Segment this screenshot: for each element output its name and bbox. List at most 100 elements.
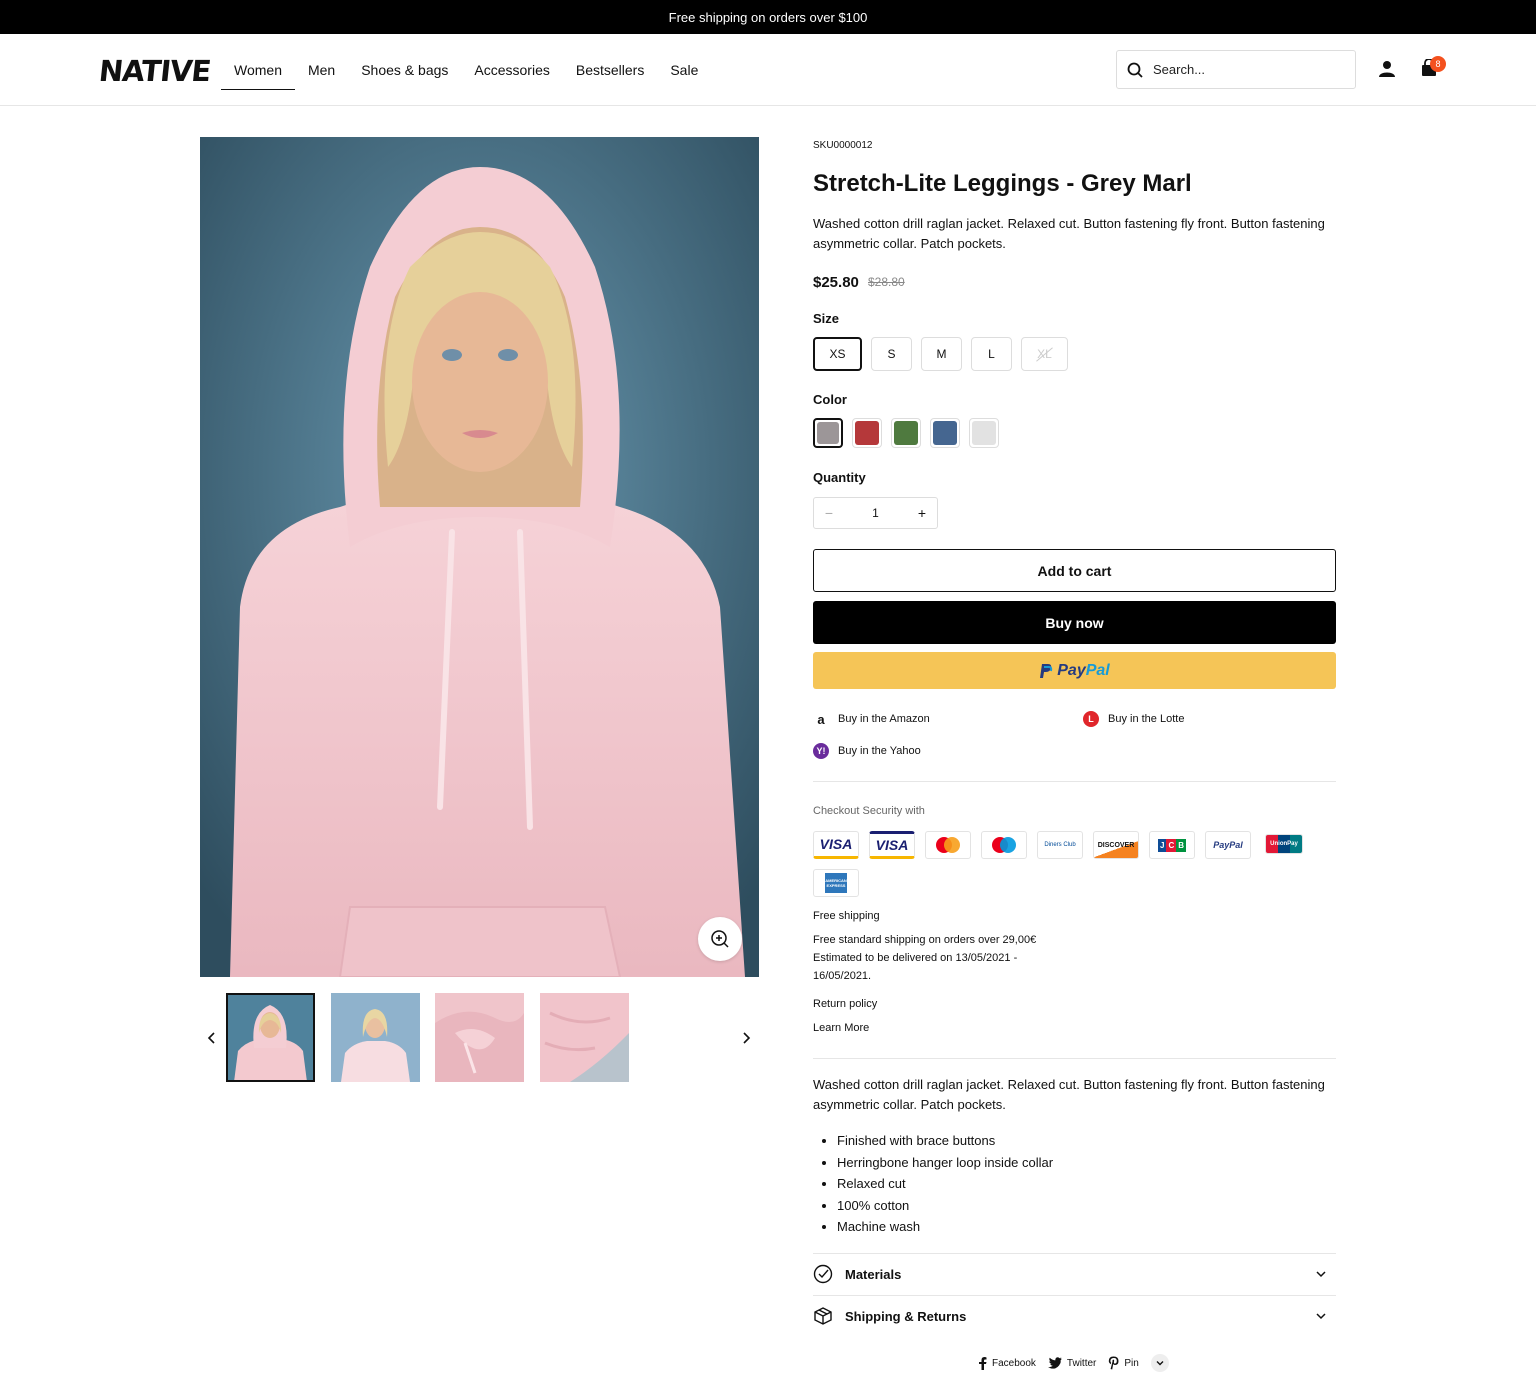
divider (813, 1058, 1336, 1059)
amazon-icon: a (817, 711, 825, 727)
product-compare-price: $28.80 (868, 275, 905, 289)
nav-accessories[interactable]: Accessories (461, 34, 562, 106)
product-price: $25.80 (813, 274, 859, 291)
feature-item: Herringbone hanger loop inside collar (837, 1152, 1053, 1174)
size-option-m[interactable]: M (921, 337, 962, 371)
quantity-value[interactable]: 1 (872, 506, 879, 520)
thumbnail-3[interactable] (435, 993, 524, 1082)
feature-item: Relaxed cut (837, 1173, 1053, 1195)
thumbnail-1[interactable] (226, 993, 315, 1082)
chevron-left-icon (207, 1032, 215, 1044)
product-title: Stretch-Lite Leggings - Grey Marl (813, 170, 1192, 197)
size-option-xl[interactable]: XL (1021, 337, 1068, 371)
product-short-description: Washed cotton drill raglan jacket. Relax… (813, 216, 1325, 251)
twitter-icon (1047, 1357, 1062, 1369)
user-icon[interactable] (1378, 60, 1396, 78)
free-shipping-text-1: Free standard shipping on orders over 29… (813, 934, 1037, 946)
accordion-shipping-label: Shipping & Returns (845, 1308, 967, 1324)
nav-shoes-bags[interactable]: Shoes & bags (348, 34, 461, 106)
quantity-increase-button[interactable]: + (915, 505, 929, 521)
accordion-materials[interactable]: Materials (813, 1253, 1336, 1295)
paypal-button[interactable]: Pay Pal (813, 652, 1336, 689)
hoodie-model-illustration (200, 137, 759, 977)
store-label-lotte: Buy in the Lotte (1108, 713, 1185, 725)
discover-icon: DISCOVER (1093, 831, 1139, 859)
share-pin-label: Pin (1124, 1357, 1139, 1369)
store-link-lotte[interactable]: L Buy in the Lotte (1083, 711, 1184, 727)
zoom-in-icon (711, 930, 729, 948)
add-to-cart-button[interactable]: Add to cart (813, 549, 1336, 592)
size-label: Size (813, 311, 840, 326)
color-swatch-white[interactable] (969, 418, 999, 448)
color-swatch-blue[interactable] (930, 418, 960, 448)
chevron-down-icon (1316, 1271, 1326, 1278)
color-label: Color (813, 392, 847, 407)
share-bar: Facebook Twitter Pin (978, 1354, 1169, 1372)
share-twitter[interactable]: Twitter (1047, 1357, 1097, 1369)
feature-item: Finished with brace buttons (837, 1130, 1053, 1152)
zoom-button[interactable] (698, 917, 742, 961)
logo[interactable]: NATIVE (97, 54, 212, 88)
lotte-icon: L (1083, 711, 1099, 727)
store-link-yahoo[interactable]: Y! Buy in the Yahoo (813, 743, 921, 759)
size-option-l[interactable]: L (971, 337, 1012, 371)
size-selector: XS S M L XL (813, 337, 1068, 371)
amex-icon: AMERICAN EXPRESS (813, 869, 859, 897)
search-input[interactable] (1153, 62, 1343, 77)
thumb-next-button[interactable] (736, 1028, 756, 1048)
size-option-xs[interactable]: XS (813, 337, 862, 371)
return-policy-link[interactable]: Return policy (813, 995, 877, 1013)
search-icon (1127, 62, 1143, 78)
color-swatch-red[interactable] (852, 418, 882, 448)
product-main-image[interactable] (200, 137, 759, 977)
share-facebook[interactable]: Facebook (978, 1356, 1036, 1370)
store-label-yahoo: Buy in the Yahoo (838, 745, 921, 757)
divider (813, 781, 1336, 782)
thumb-prev-button[interactable] (202, 1028, 222, 1048)
paypal-label-a: Pay (1057, 661, 1086, 679)
nav-bestsellers[interactable]: Bestsellers (563, 34, 657, 106)
paypal-card-icon: PayPal (1205, 831, 1251, 859)
quantity-decrease-button[interactable]: − (822, 505, 836, 521)
diners-club-icon: Diners Club (1037, 831, 1083, 859)
free-shipping-title: Free shipping (813, 910, 880, 922)
payment-methods-row-2: AMERICAN EXPRESS (813, 869, 859, 897)
search-box[interactable] (1116, 50, 1356, 89)
color-swatch-grey[interactable] (813, 418, 843, 448)
thumbnail-2[interactable] (331, 993, 420, 1082)
share-twitter-label: Twitter (1066, 1357, 1097, 1369)
free-shipping-text-2: Estimated to be delivered on 13/05/2021 … (813, 952, 1018, 964)
maestro-icon (981, 831, 1027, 859)
nav-men[interactable]: Men (295, 34, 348, 106)
visa-icon: VISA (813, 831, 859, 859)
color-selector (813, 418, 999, 448)
chevron-down-icon (1156, 1361, 1164, 1366)
buy-now-button[interactable]: Buy now (813, 601, 1336, 644)
feature-list: Finished with brace buttons Herringbone … (837, 1130, 1053, 1238)
share-pinterest[interactable]: Pin (1108, 1356, 1139, 1370)
free-shipping-text-3: 16/05/2021. (813, 970, 872, 982)
store-link-amazon[interactable]: a Buy in the Amazon (813, 711, 929, 727)
thumbnail-4[interactable] (540, 993, 629, 1082)
pinterest-icon (1109, 1356, 1119, 1370)
cart-count-badge: 8 (1430, 56, 1446, 72)
payment-methods: VISA VISA Diners Club DISCOVER JCB PayPa… (813, 831, 1307, 859)
visa-electron-icon: VISA (869, 831, 915, 859)
checkout-security-label: Checkout Security with (813, 805, 925, 817)
facebook-icon (979, 1356, 987, 1370)
product-sku: SKU0000012 (813, 140, 873, 151)
learn-more-link[interactable]: Learn More (813, 1019, 869, 1037)
size-option-s[interactable]: S (871, 337, 912, 371)
chevron-down-icon (1316, 1313, 1326, 1320)
yahoo-icon: Y! (813, 743, 829, 759)
jcb-icon: JCB (1149, 831, 1195, 859)
announcement-bar: Free shipping on orders over $100 (0, 0, 1536, 34)
accordion-shipping-returns[interactable]: Shipping & Returns (813, 1295, 1336, 1337)
color-swatch-green[interactable] (891, 418, 921, 448)
nav-women[interactable]: Women (221, 34, 295, 106)
announcement-text: Free shipping on orders over $100 (668, 9, 868, 25)
nav-sale[interactable]: Sale (657, 34, 711, 106)
thumbnail-carousel (200, 993, 759, 1083)
share-more-button[interactable] (1150, 1354, 1169, 1372)
check-circle-icon (813, 1264, 833, 1284)
